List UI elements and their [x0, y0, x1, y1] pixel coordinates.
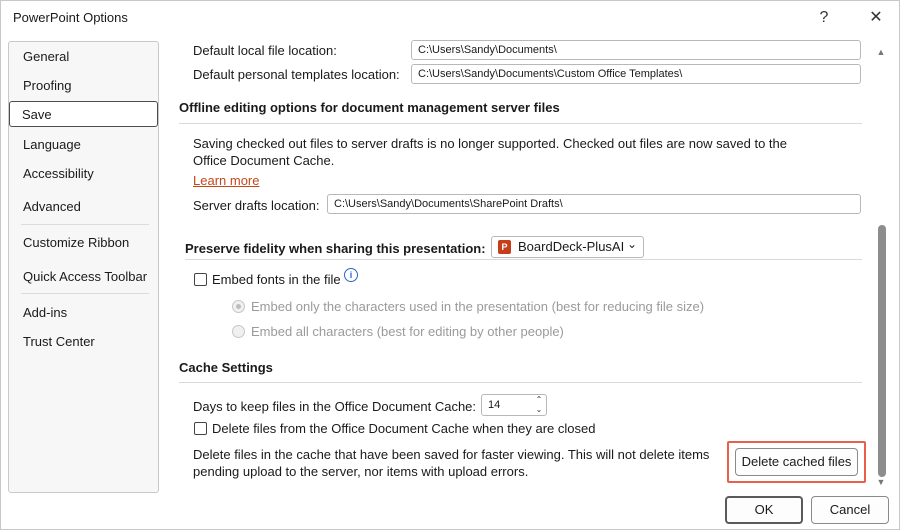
dialog-title: PowerPoint Options: [13, 10, 128, 25]
server-drafts-label: Server drafts location:: [193, 198, 320, 213]
sidebar-item-quick-access-toolbar[interactable]: Quick Access Toolbar: [11, 264, 153, 290]
scroll-down-icon[interactable]: ▼: [876, 477, 886, 487]
default-local-location-label: Default local file location:: [193, 43, 337, 58]
sidebar-item-general[interactable]: General: [11, 44, 153, 70]
presentation-dropdown[interactable]: P BoardDeck-PlusAI ⌄: [491, 236, 644, 258]
templates-location-input[interactable]: C:\Users\Sandy\Documents\Custom Office T…: [411, 64, 861, 84]
options-sidebar: General Proofing Save Language Accessibi…: [8, 41, 159, 493]
templates-location-label: Default personal templates location:: [193, 67, 400, 82]
cache-settings-heading: Cache Settings: [179, 360, 273, 375]
spinner-arrows-icon[interactable]: ⌃ ⌄: [534, 395, 544, 415]
delete-on-close-label: Delete files from the Office Document Ca…: [212, 421, 596, 436]
server-drafts-input[interactable]: C:\Users\Sandy\Documents\SharePoint Draf…: [327, 194, 861, 214]
offline-editing-heading: Offline editing options for document man…: [179, 100, 560, 115]
sidebar-item-advanced[interactable]: Advanced: [11, 194, 153, 220]
help-button[interactable]: ?: [807, 5, 841, 31]
sidebar-item-proofing[interactable]: Proofing: [11, 73, 153, 99]
embed-fonts-label: Embed fonts in the file: [212, 272, 341, 287]
title-bar: PowerPoint Options ? ✕: [1, 1, 899, 35]
section-divider: [185, 259, 862, 260]
learn-more-link[interactable]: Learn more: [193, 173, 259, 188]
embed-fonts-checkbox[interactable]: [194, 273, 207, 286]
sidebar-item-trust-center[interactable]: Trust Center: [11, 329, 153, 355]
section-divider: [179, 123, 862, 124]
sidebar-item-customize-ribbon[interactable]: Customize Ribbon: [11, 230, 153, 256]
embed-only-used-radio[interactable]: [232, 300, 245, 313]
presentation-name: BoardDeck-PlusAI: [518, 239, 625, 254]
powerpoint-file-icon: P: [498, 240, 511, 254]
embed-only-used-label: Embed only the characters used in the pr…: [251, 299, 705, 314]
sidebar-divider: [21, 224, 149, 225]
days-to-keep-spinner[interactable]: 14 ⌃ ⌄: [481, 394, 547, 416]
scroll-thumb[interactable]: [878, 225, 886, 477]
cancel-button[interactable]: Cancel: [811, 496, 889, 524]
sidebar-item-language[interactable]: Language: [11, 132, 153, 158]
save-settings-panel: Default local file location: C:\Users\Sa…: [165, 35, 871, 495]
days-to-keep-label: Days to keep files in the Office Documen…: [193, 399, 477, 414]
sidebar-item-add-ins[interactable]: Add-ins: [11, 300, 153, 326]
embed-all-label: Embed all characters (best for editing b…: [251, 324, 564, 339]
ok-button[interactable]: OK: [725, 496, 803, 524]
sidebar-item-save[interactable]: Save: [9, 101, 158, 127]
close-icon[interactable]: ✕: [859, 5, 893, 31]
delete-cache-description: Delete files in the cache that have been…: [193, 447, 710, 479]
vertical-scrollbar[interactable]: ▲ ▼: [873, 41, 889, 491]
delete-cached-files-button[interactable]: Delete cached files: [735, 448, 858, 476]
sidebar-divider: [21, 293, 149, 294]
section-divider: [179, 382, 862, 383]
info-icon[interactable]: i: [344, 268, 358, 282]
fidelity-heading: Preserve fidelity when sharing this pres…: [185, 241, 486, 256]
chevron-down-icon: ⌄: [626, 237, 637, 251]
offline-description: Saving checked out files to server draft…: [193, 136, 788, 168]
embed-all-radio[interactable]: [232, 325, 245, 338]
delete-on-close-checkbox[interactable]: [194, 422, 207, 435]
default-local-location-input[interactable]: C:\Users\Sandy\Documents\: [411, 40, 861, 60]
scroll-up-icon[interactable]: ▲: [876, 47, 886, 57]
sidebar-item-accessibility[interactable]: Accessibility: [11, 161, 153, 187]
options-dialog: PowerPoint Options ? ✕ General Proofing …: [0, 0, 900, 530]
days-to-keep-value: 14: [488, 399, 501, 411]
